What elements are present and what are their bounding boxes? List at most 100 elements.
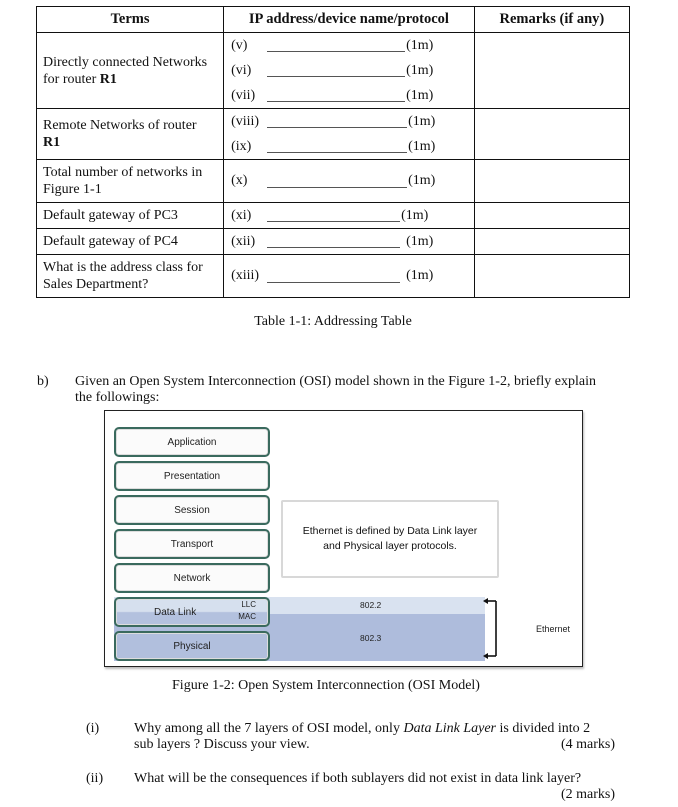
term-cell: Default gateway of PC4 bbox=[35, 228, 225, 255]
item-number: (viii) bbox=[231, 113, 260, 129]
remarks-cell[interactable] bbox=[473, 108, 631, 160]
header-terms: Terms bbox=[35, 6, 225, 33]
answer-blank[interactable] bbox=[267, 209, 401, 222]
remarks-cell[interactable] bbox=[473, 159, 631, 203]
table-row: What is the address class for Sales Depa… bbox=[35, 254, 631, 298]
ethernet-label: Ethernet bbox=[536, 624, 571, 634]
answer-blank[interactable] bbox=[267, 175, 408, 188]
answer-line: (viii) (1m) bbox=[230, 109, 468, 134]
answer-line: (ix) (1m) bbox=[230, 134, 468, 159]
item-number: (x) bbox=[231, 173, 248, 188]
answer-blank[interactable] bbox=[267, 115, 408, 128]
item-number: (xii) bbox=[231, 233, 256, 249]
item-marks: (1m) bbox=[406, 233, 434, 249]
remarks-cell[interactable] bbox=[473, 254, 631, 298]
term-text: Directly connected Networks for router bbox=[43, 54, 208, 87]
answer-cell: (xi) (1m) bbox=[223, 202, 475, 229]
header-remarks: Remarks (if any) bbox=[473, 6, 631, 33]
item-marks: (1m) bbox=[406, 268, 434, 283]
item-marks: (1m) bbox=[406, 62, 434, 78]
marks: (4 marks) bbox=[560, 737, 615, 752]
answer-blank[interactable] bbox=[267, 270, 401, 283]
emphasis: Data Link Layer bbox=[403, 721, 497, 736]
item-number: (vi) bbox=[231, 62, 252, 78]
answer-line: (xi) (1m) bbox=[230, 203, 468, 228]
remarks-cell[interactable] bbox=[473, 202, 631, 229]
text: Why among all the 7 layers of OSI model,… bbox=[134, 721, 404, 736]
subquestion-i-line2: sub layers ? Discuss your view. (4 marks… bbox=[134, 737, 615, 753]
item-number: (ix) bbox=[231, 138, 252, 154]
answer-blank[interactable] bbox=[267, 235, 401, 248]
item-marks: (1m) bbox=[408, 173, 436, 188]
answer-line: (vii) (1m) bbox=[230, 83, 468, 108]
item-marks: (1m) bbox=[408, 113, 436, 129]
answer-cell: (xiii) (1m) bbox=[223, 254, 475, 298]
term-cell: Directly connected Networks for router R… bbox=[35, 32, 225, 109]
answer-line: (vi) (1m) bbox=[230, 58, 468, 83]
answer-line: (x) (1m) bbox=[230, 169, 468, 194]
ethernet-callout: Ethernet is defined by Data Link layer a… bbox=[281, 500, 499, 578]
answer-line: (xii) (1m) bbox=[230, 229, 468, 254]
standard-802-3: 802.3 bbox=[360, 633, 382, 643]
item-marks: (1m) bbox=[401, 207, 429, 223]
term-cell: Remote Networks of router R1 bbox=[35, 108, 225, 160]
table-header-row: Terms IP address/device name/protocol Re… bbox=[35, 6, 631, 33]
layer-transport: Transport bbox=[114, 529, 270, 559]
addressing-table: Terms IP address/device name/protocol Re… bbox=[35, 6, 631, 298]
header-ip-address: IP address/device name/protocol bbox=[223, 6, 475, 33]
subquestion-i-line1: Why among all the 7 layers of OSI model,… bbox=[134, 721, 615, 737]
item-number: (vii) bbox=[231, 87, 256, 103]
callout-line2: and Physical layer protocols. bbox=[323, 540, 457, 552]
table-row: Remote Networks of router R1 (viii) (1m) … bbox=[35, 108, 631, 160]
term-bold: R1 bbox=[43, 135, 61, 150]
question-b-line2: the followings: bbox=[75, 390, 160, 405]
layer-data-link-label: Data Link bbox=[154, 606, 197, 618]
item-number: (xi) bbox=[231, 207, 252, 223]
layer-physical: Physical bbox=[114, 631, 270, 661]
subquestion-ii-marks: (2 marks) bbox=[560, 787, 615, 802]
answer-cell: (xii) (1m) bbox=[223, 228, 475, 255]
term-bold: R1 bbox=[99, 71, 117, 87]
figure-caption: Figure 1-2: Open System Interconnection … bbox=[172, 678, 480, 693]
question-b-line1: Given an Open System Interconnection (OS… bbox=[75, 374, 596, 389]
remarks-cell[interactable] bbox=[473, 32, 631, 109]
item-marks: (1m) bbox=[406, 37, 434, 53]
table-row: Total number of networks in Figure 1-1 (… bbox=[35, 159, 631, 203]
table-row: Default gateway of PC3 (xi) (1m) bbox=[35, 202, 631, 229]
text: sub layers ? Discuss your view. bbox=[134, 737, 310, 752]
subquestion-ii-label: (ii) bbox=[86, 771, 104, 786]
subquestion-ii-line1: What will be the consequences if both su… bbox=[134, 771, 582, 786]
item-marks: (1m) bbox=[408, 138, 436, 154]
layer-network: Network bbox=[114, 563, 270, 593]
layer-presentation: Presentation bbox=[114, 461, 270, 491]
sublayer-llc: LLC bbox=[241, 600, 256, 609]
answer-blank[interactable] bbox=[267, 89, 406, 102]
osi-model-figure: Application Presentation Session Transpo… bbox=[104, 410, 583, 667]
item-number: (v) bbox=[231, 37, 248, 53]
table-row: Default gateway of PC4 (xii) (1m) bbox=[35, 228, 631, 255]
remarks-cell[interactable] bbox=[473, 228, 631, 255]
answer-blank[interactable] bbox=[267, 64, 406, 77]
question-b-label: b) bbox=[37, 374, 49, 389]
term-text: Remote Networks of router bbox=[43, 118, 197, 133]
question-b-text: Given an Open System Interconnection (OS… bbox=[75, 374, 635, 406]
term-cell: Default gateway of PC3 bbox=[35, 202, 225, 229]
table-row: Directly connected Networks for router R… bbox=[35, 32, 631, 109]
term-cell: What is the address class for Sales Depa… bbox=[35, 254, 225, 298]
layer-session: Session bbox=[114, 495, 270, 525]
answer-blank[interactable] bbox=[267, 39, 406, 52]
sublayer-mac: MAC bbox=[238, 612, 256, 621]
table-caption: Table 1-1: Addressing Table bbox=[254, 314, 412, 329]
subquestion-ii: What will be the consequences if both su… bbox=[134, 771, 615, 803]
subquestion-i-label: (i) bbox=[86, 721, 100, 736]
term-cell: Total number of networks in Figure 1-1 bbox=[35, 159, 225, 203]
answer-line: (v) (1m) bbox=[230, 33, 468, 58]
layer-data-link: Data Link LLC MAC bbox=[114, 597, 270, 627]
answer-blank[interactable] bbox=[267, 140, 408, 153]
item-number: (xiii) bbox=[231, 268, 260, 283]
subquestion-i: Why among all the 7 layers of OSI model,… bbox=[134, 721, 615, 753]
layer-application: Application bbox=[114, 427, 270, 457]
standard-802-2: 802.2 bbox=[360, 600, 382, 610]
answer-cell: (v) (1m) (vi) (1m) (vii) (1m) bbox=[223, 32, 475, 109]
answer-cell: (x) (1m) bbox=[223, 159, 475, 203]
